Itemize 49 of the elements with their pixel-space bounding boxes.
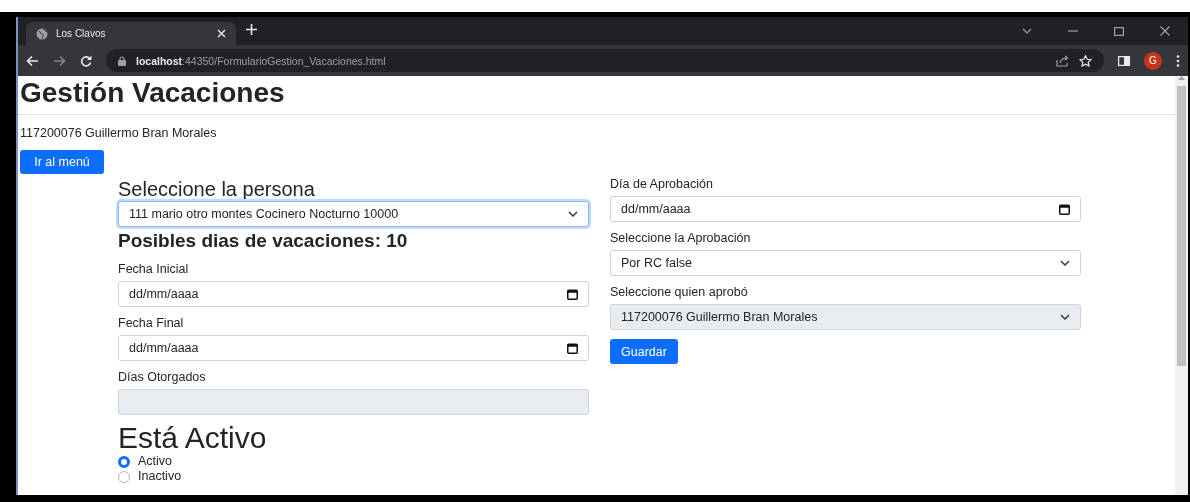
address-bar[interactable]: localhost:44350/FormularioGestion_Vacaciones.html [106, 49, 1104, 72]
tab-title: Los Clavos [56, 28, 107, 39]
maximize-icon[interactable] [1114, 26, 1124, 36]
date-field[interactable]: dd/mm/aaaa [610, 196, 1081, 222]
section-heading: Seleccione la persona [118, 177, 316, 201]
chevron-down-icon [568, 211, 578, 217]
minimize-icon[interactable] [1068, 27, 1078, 35]
field-label: Seleccione la Aprobación [610, 231, 752, 245]
radio-button[interactable] [118, 470, 130, 483]
select-field[interactable]: Por RC false [610, 250, 1081, 276]
field-label: Seleccione quien aprobó [610, 285, 749, 299]
field-label: Fecha Inicial [118, 262, 190, 276]
kebab-menu-icon[interactable] [1176, 54, 1180, 67]
save-button[interactable]: Guardar [610, 339, 678, 364]
forward-arrow-icon[interactable] [53, 54, 66, 67]
field-label: Días Otorgados [118, 370, 207, 384]
calendar-icon [567, 342, 578, 354]
profile-avatar[interactable]: G [1144, 51, 1162, 70]
back-arrow-icon[interactable] [26, 54, 39, 67]
plus-icon[interactable] [246, 23, 257, 35]
calendar-icon [567, 288, 578, 300]
user-name: 117200076 Guillermo Bran Morales [20, 126, 218, 141]
page-title: Gestión Vacaciones [20, 77, 286, 109]
date-field[interactable]: dd/mm/aaaa [118, 281, 589, 307]
section-heading: Posibles dias de vacaciones: 10 [118, 229, 409, 253]
field-label: Fecha Final [118, 316, 185, 330]
select-field[interactable]: 111 mario otro montes Cocinero Nocturno 10000 [118, 201, 589, 227]
share-icon[interactable] [1056, 54, 1069, 67]
lock-icon [118, 55, 126, 66]
chevron-down-icon [1060, 314, 1070, 320]
url-text: localhost:44350/FormularioGestion_Vacaciones.html [136, 54, 386, 67]
side-panel-icon[interactable] [1118, 55, 1130, 66]
radio-label: Inactivo [138, 469, 182, 484]
chevron-down-icon [1060, 260, 1070, 266]
radio-label: Activo [138, 454, 173, 469]
browser-tab[interactable]: Los Clavos [26, 22, 236, 45]
field-label: Día de Aprobación [610, 177, 714, 191]
chevron-down-icon[interactable] [1022, 27, 1032, 35]
calendar-icon [1059, 203, 1070, 215]
radio-button[interactable] [118, 455, 130, 468]
scrollbar[interactable] [1175, 76, 1188, 495]
reload-icon[interactable] [80, 54, 92, 67]
menu-button[interactable]: Ir al menú [20, 150, 104, 174]
section-heading: Está Activo [118, 422, 268, 453]
globe-icon [36, 27, 48, 40]
select-field: 117200076 Guillermo Bran Morales [610, 304, 1081, 330]
date-field[interactable]: dd/mm/aaaa [118, 335, 589, 361]
star-icon[interactable] [1079, 54, 1092, 67]
close-icon[interactable] [1160, 26, 1170, 36]
